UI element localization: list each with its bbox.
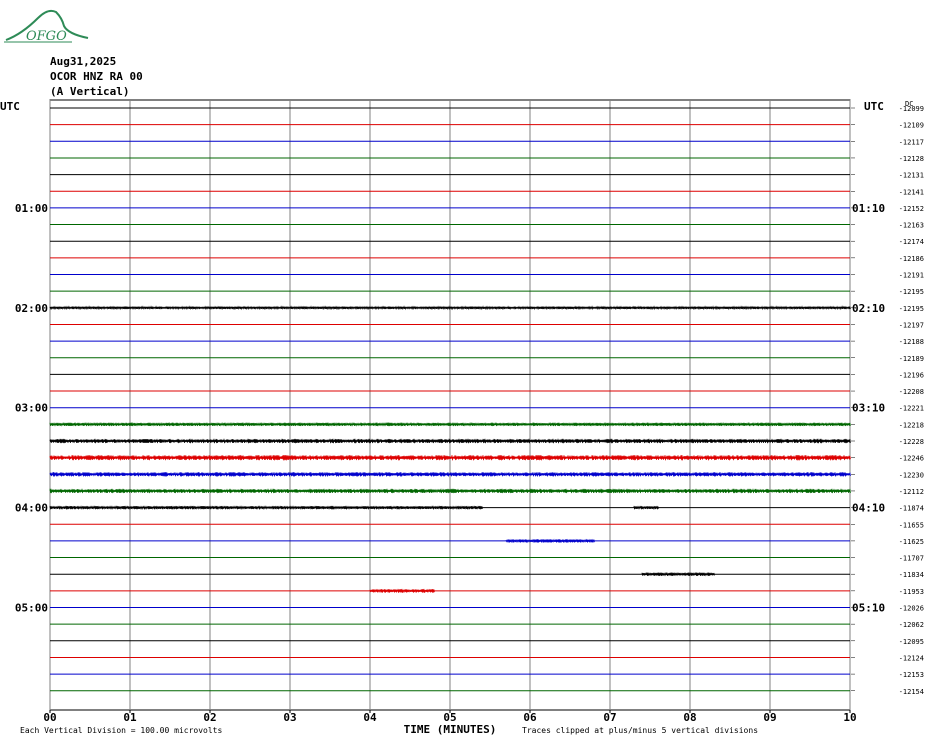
- dc-offset-label: -12131: [899, 172, 924, 180]
- x-tick-label: 06: [523, 711, 537, 724]
- dc-offset-label: -12189: [899, 355, 924, 363]
- x-tick-label: 07: [603, 711, 616, 724]
- dc-offset-label: -12174: [899, 238, 924, 246]
- dc-offset-label: -12228: [899, 438, 924, 446]
- x-tick-label: 02: [203, 711, 216, 724]
- dc-offset-label: -12099: [899, 105, 924, 113]
- seismic-trace: [49, 438, 851, 444]
- dc-offset-label: -12128: [899, 155, 924, 163]
- dc-offset-label: -12218: [899, 421, 924, 429]
- dc-offset-label: -12163: [899, 222, 924, 230]
- left-hour-label: 03:00: [15, 402, 48, 415]
- dc-offset-label: -11625: [899, 538, 924, 546]
- x-tick-label: 03: [283, 711, 296, 724]
- dc-offset-label: -12195: [899, 288, 924, 296]
- seismic-trace: [49, 421, 851, 427]
- seismic-trace: [505, 538, 595, 544]
- dc-offset-label: -12208: [899, 388, 924, 396]
- dc-offset-label: -12221: [899, 405, 924, 413]
- dc-offset-label: -12153: [899, 671, 924, 679]
- dc-offset-label: -12191: [899, 272, 924, 280]
- dc-offset-label: -12095: [899, 638, 924, 646]
- dc-offset-label: -12195: [899, 305, 924, 313]
- seismic-trace: [641, 571, 715, 577]
- dc-offset-label: -12246: [899, 455, 924, 463]
- footer-scale-note: Each Vertical Division = 100.00 microvol…: [20, 726, 222, 735]
- x-axis-title: TIME (MINUTES): [404, 723, 497, 736]
- dc-offset-label: -12141: [899, 188, 924, 196]
- dc-offset-label: -12154: [899, 688, 924, 696]
- dc-offset-label: -11655: [899, 521, 924, 529]
- seismic-trace: [49, 505, 483, 510]
- dc-offset-label: -12117: [899, 138, 924, 146]
- dc-offset-label: -11707: [899, 555, 924, 563]
- x-tick-label: 08: [683, 711, 696, 724]
- left-hour-label: 05:00: [15, 602, 48, 615]
- dc-offset-label: -12188: [899, 338, 924, 346]
- dc-offset-label: -12197: [899, 321, 924, 329]
- dc-offset-label: -12062: [899, 621, 924, 629]
- helicorder-plot: UTC UTC DC01:0002:0003:0004:0005:0001:1002…: [0, 99, 924, 736]
- dc-offset-label: -11834: [899, 571, 924, 579]
- left-utc-label: UTC: [0, 100, 20, 113]
- dc-offset-label: -12152: [899, 205, 924, 213]
- seismic-trace: [633, 505, 659, 510]
- x-tick-label: 01: [123, 711, 137, 724]
- right-hour-label: 05:10: [852, 602, 885, 615]
- left-hour-label: 04:00: [15, 502, 48, 515]
- dc-offset-label: -11874: [899, 505, 924, 513]
- dc-offset-label: -12112: [899, 488, 924, 496]
- left-hour-label: 02:00: [15, 302, 48, 315]
- right-hour-label: 01:10: [852, 202, 885, 215]
- dc-offset-label: -11953: [899, 588, 924, 596]
- dc-offset-label: -12186: [899, 255, 924, 263]
- x-tick-label: 10: [843, 711, 856, 724]
- dc-offset-label: -12196: [899, 371, 924, 379]
- x-tick-label: 00: [43, 711, 56, 724]
- right-hour-label: 02:10: [852, 302, 885, 315]
- dc-offset-label: -12026: [899, 605, 924, 613]
- seismic-trace: [369, 588, 435, 594]
- dc-offset-label: -12109: [899, 122, 924, 130]
- right-hour-label: 03:10: [852, 402, 885, 415]
- x-tick-label: 04: [363, 711, 377, 724]
- left-hour-label: 01:00: [15, 202, 48, 215]
- right-utc-label: UTC: [864, 100, 884, 113]
- dc-offset-label: -12230: [899, 471, 924, 479]
- dc-offset-label: -12124: [899, 654, 924, 662]
- x-tick-label: 09: [763, 711, 776, 724]
- footer-clip-note: Traces clipped at plus/minus 5 vertical …: [522, 726, 758, 735]
- right-hour-label: 04:10: [852, 502, 885, 515]
